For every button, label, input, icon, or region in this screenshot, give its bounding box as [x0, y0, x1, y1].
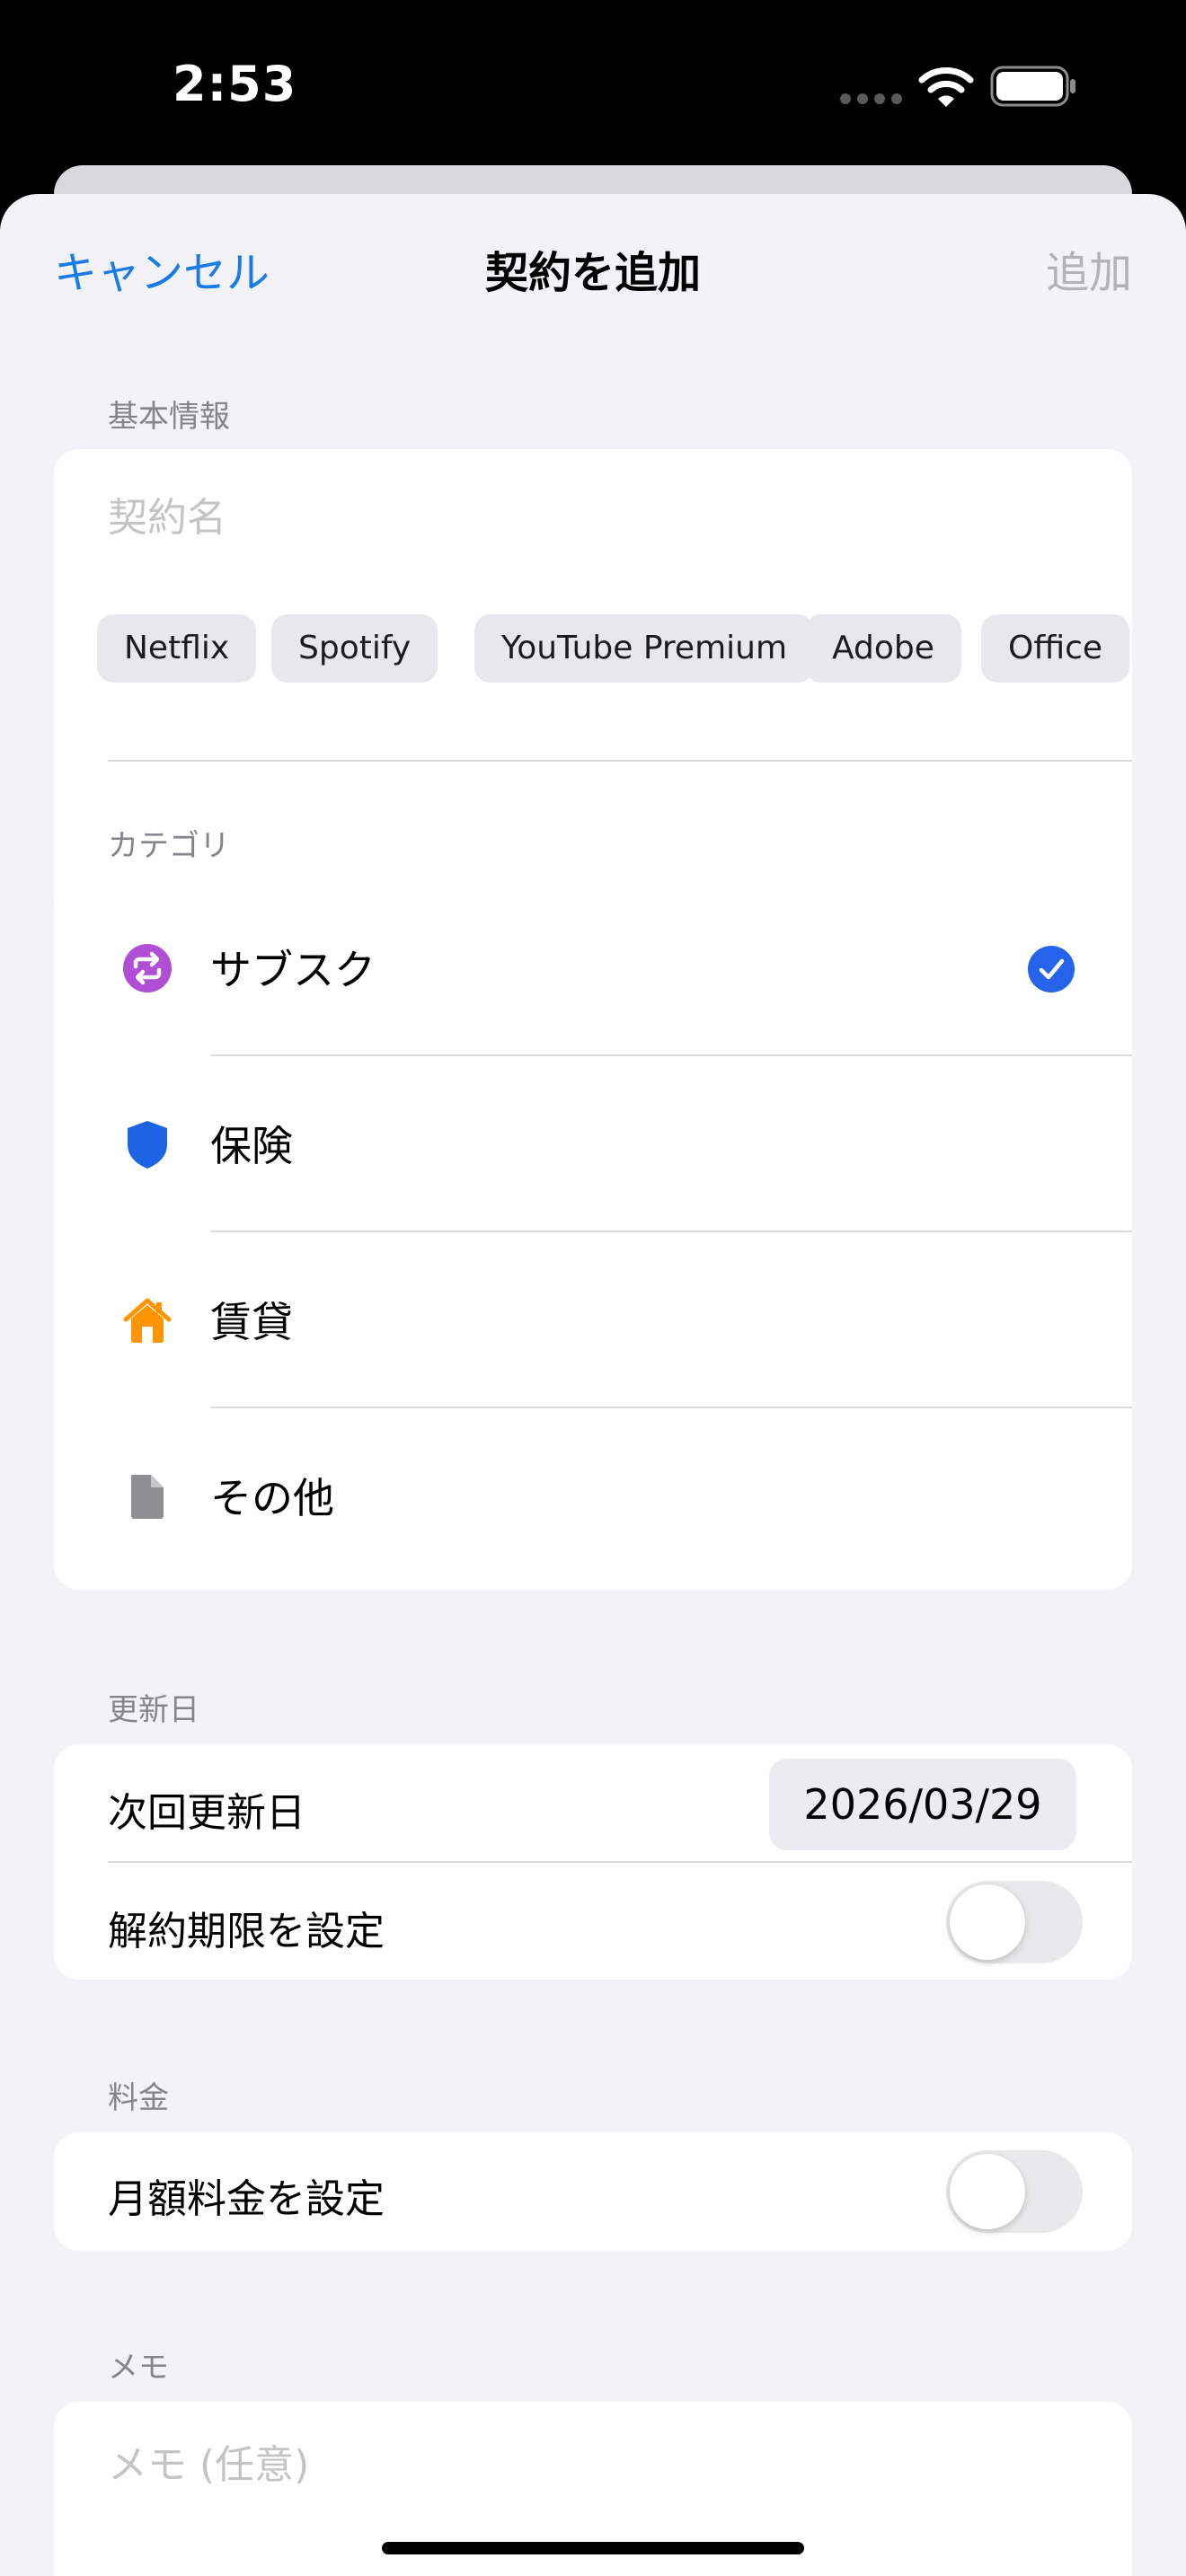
house-icon — [123, 1298, 172, 1343]
wifi-icon — [918, 67, 974, 107]
toggle-knob — [950, 2154, 1025, 2229]
section-header-category: カテゴリ — [108, 828, 230, 864]
section-header-price: 料金 — [108, 2080, 169, 2116]
monthly-price-label: 月額料金を設定 — [108, 2176, 385, 2222]
memo-input[interactable]: メモ (任意) — [108, 2432, 309, 2490]
monthly-price-toggle[interactable] — [946, 2150, 1083, 2233]
price-card: 月額料金を設定 — [54, 2132, 1132, 2251]
shield-icon — [128, 1121, 167, 1169]
category-row-subscription[interactable]: サブスク — [54, 880, 1132, 1056]
suggestion-chip-youtube-premium[interactable]: YouTube Premium — [474, 614, 815, 683]
category-row-insurance[interactable]: 保険 — [54, 1056, 1132, 1232]
category-label: サブスク — [210, 946, 376, 994]
toggle-knob — [950, 1884, 1025, 1960]
add-button[interactable]: 追加 — [1046, 237, 1132, 300]
divider — [108, 1861, 1132, 1863]
suggestion-chips: Netflix Spotify YouTube Premium Adobe Of… — [97, 614, 1132, 684]
cancel-button[interactable]: キャンセル — [54, 237, 270, 300]
section-header-renewal: 更新日 — [108, 1692, 199, 1728]
suggestion-chip-office[interactable]: Office — [981, 614, 1130, 683]
repeat-icon — [123, 944, 172, 992]
suggestion-chip-spotify[interactable]: Spotify — [271, 614, 438, 683]
checkmark-icon — [1028, 946, 1075, 992]
document-icon — [131, 1475, 164, 1519]
category-label: 賃貸 — [210, 1298, 293, 1346]
category-label: その他 — [210, 1474, 334, 1522]
section-header-basic-info: 基本情報 — [108, 399, 230, 435]
add-contract-sheet: 契約を追加 キャンセル 追加 基本情報 契約名 Netflix Spotify … — [0, 194, 1186, 2576]
renewal-card: 次回更新日 2026/03/29 解約期限を設定 — [54, 1744, 1132, 1980]
cancellation-deadline-label: 解約期限を設定 — [108, 1909, 385, 1954]
cellular-signal-icon — [840, 93, 902, 104]
battery-icon — [990, 66, 1075, 107]
category-card: サブスク 保険 賃貸 その他 — [54, 880, 1132, 1590]
next-renewal-label: 次回更新日 — [108, 1790, 305, 1836]
divider — [108, 760, 1132, 762]
home-indicator — [382, 2542, 804, 2554]
category-label: 保険 — [210, 1122, 293, 1170]
suggestion-chip-adobe[interactable]: Adobe — [805, 614, 961, 683]
category-row-other[interactable]: その他 — [54, 1408, 1132, 1584]
category-row-rent[interactable]: 賃貸 — [54, 1232, 1132, 1408]
cancellation-deadline-toggle[interactable] — [946, 1881, 1083, 1963]
contract-name-input[interactable]: 契約名 — [108, 485, 226, 543]
next-renewal-date-picker[interactable]: 2026/03/29 — [769, 1759, 1076, 1850]
status-time: 2:53 — [173, 56, 297, 112]
status-bar: 2:53 — [0, 0, 1186, 166]
section-header-memo: メモ — [108, 2350, 169, 2386]
suggestion-chip-netflix[interactable]: Netflix — [97, 614, 257, 683]
